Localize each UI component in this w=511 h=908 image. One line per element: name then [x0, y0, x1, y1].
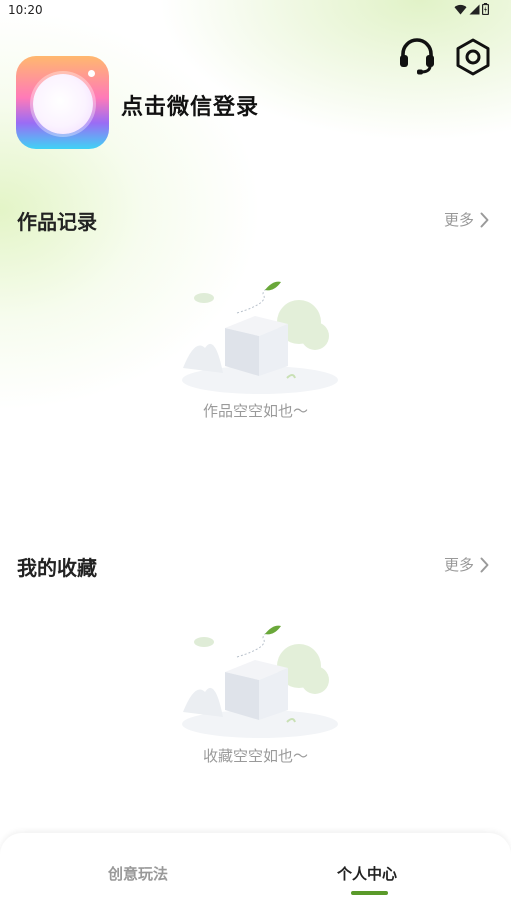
settings-button[interactable] — [452, 37, 494, 77]
settings-icon — [456, 38, 490, 76]
status-time: 10:20 — [8, 3, 43, 17]
signal-icon — [469, 4, 480, 14]
active-tab-indicator — [351, 891, 388, 895]
avatar-dot — [88, 70, 95, 77]
works-more-label: 更多 — [443, 211, 474, 229]
favorites-more-label: 更多 — [443, 556, 474, 574]
works-empty-illustration — [175, 278, 340, 398]
wechat-login-text[interactable]: 点击微信登录 — [121, 89, 259, 121]
empty-box-icon — [182, 281, 338, 394]
favorites-empty-illustration — [175, 622, 340, 742]
wifi-icon — [454, 4, 467, 15]
favorites-empty-text: 收藏空空如也～ — [202, 747, 308, 765]
customer-service-button[interactable] — [396, 37, 438, 77]
status-icons — [454, 3, 489, 15]
bottom-navigation: 创意玩法 个人中心 — [0, 833, 511, 908]
chevron-right-icon — [480, 557, 489, 572]
avatar-lens — [33, 74, 93, 134]
customer-service-icon — [400, 38, 434, 75]
favorites-more-link[interactable]: 更多 — [444, 554, 489, 575]
chevron-right-icon — [480, 212, 489, 227]
empty-box-icon — [182, 625, 338, 738]
works-empty-text: 作品空空如也～ — [202, 402, 308, 420]
favorites-section-title: 我的收藏 — [17, 556, 97, 580]
tab-personal-center[interactable]: 个人中心 — [337, 863, 397, 884]
works-more-link[interactable]: 更多 — [444, 209, 489, 230]
avatar[interactable] — [16, 56, 109, 149]
tab-creative-play[interactable]: 创意玩法 — [108, 863, 168, 884]
works-section-title: 作品记录 — [17, 210, 97, 234]
battery-icon — [482, 3, 489, 15]
